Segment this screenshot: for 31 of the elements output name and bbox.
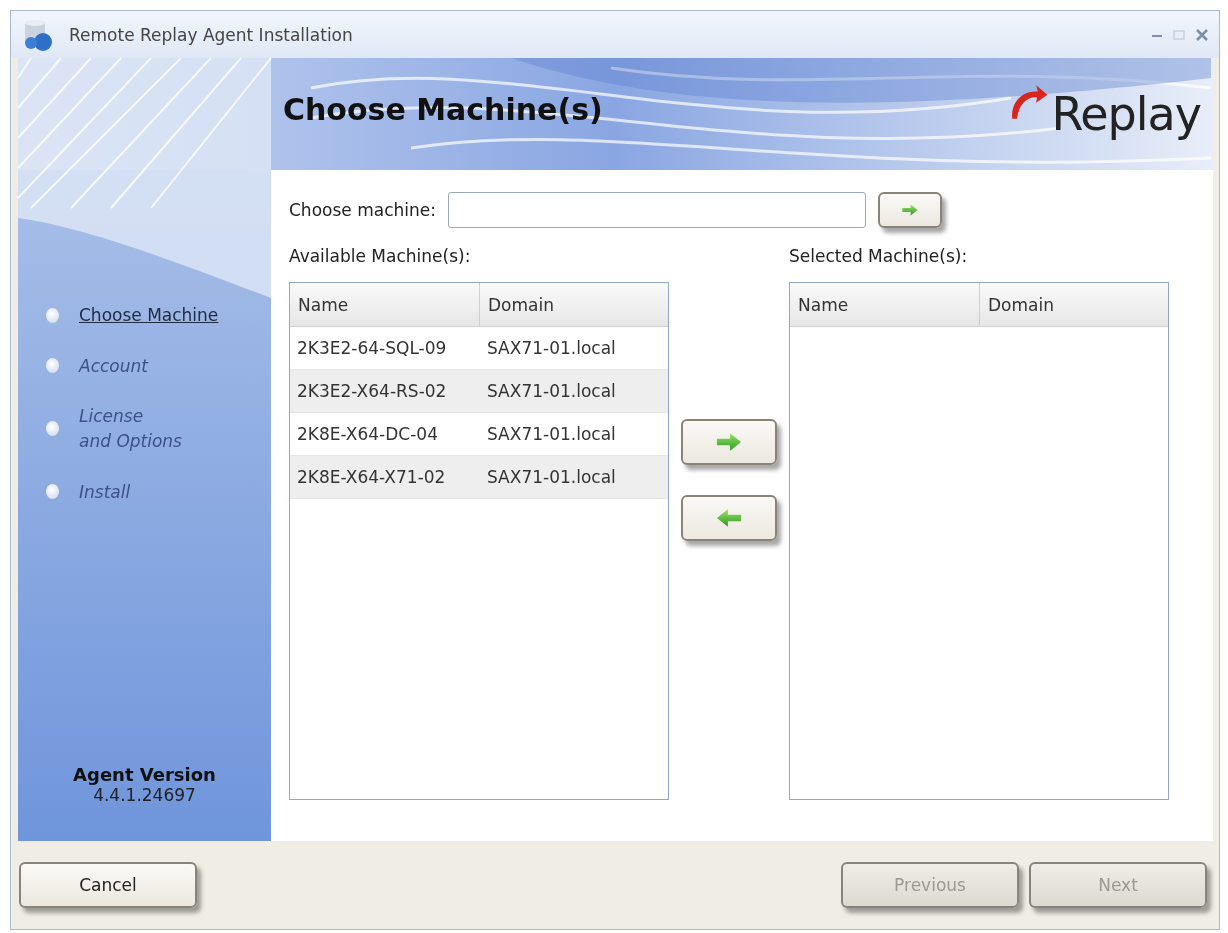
step-link[interactable]: Account: [79, 353, 148, 379]
column-header[interactable]: Name: [290, 283, 480, 326]
table-cell-text: SAX71-01.local: [486, 337, 616, 360]
add-button[interactable]: [681, 419, 777, 465]
footer-button[interactable]: Cancel: [19, 862, 197, 908]
go-button[interactable]: [877, 192, 942, 228]
field-label: Choose machine:: [289, 200, 436, 220]
table-cell-text: SAX71-01.local: [486, 423, 616, 446]
logo-text: Replay: [1051, 87, 1201, 141]
step-link[interactable]: Choose Machine: [79, 303, 219, 328]
table-cell-text: 2K8E-X64-X71-02: [296, 466, 447, 489]
window-title: Remote Replay Agent Installation: [69, 24, 354, 45]
close-icon[interactable]: [1195, 27, 1209, 42]
remove-button[interactable]: [681, 495, 777, 541]
column-header[interactable]: Domain: [480, 283, 554, 326]
swoosh-icon: [1009, 82, 1050, 122]
list-title: Available Machine(s):: [289, 246, 472, 268]
version-label: Agent Version: [73, 764, 216, 785]
machine-input-field[interactable]: [447, 192, 866, 228]
table-cell-text: 2K8E-X64-DC-04: [296, 423, 439, 446]
column-header[interactable]: Domain: [980, 283, 1054, 326]
table-cell-text: 2K3E2-64-SQL-09: [296, 337, 448, 360]
right-arrow-icon: [900, 203, 919, 217]
page-title: Choose Machine(s): [283, 91, 603, 127]
step-link[interactable]: License and Options: [79, 404, 182, 454]
version-number: 4.4.1.24697: [93, 785, 196, 805]
table-cell-text: 2K3E2-X64-RS-02: [296, 380, 448, 403]
table-cell-text: SAX71-01.local: [486, 466, 616, 489]
column-header[interactable]: Name: [790, 283, 980, 326]
list-title: Selected Machine(s):: [789, 246, 969, 268]
table-cell-text: SAX71-01.local: [486, 380, 616, 403]
